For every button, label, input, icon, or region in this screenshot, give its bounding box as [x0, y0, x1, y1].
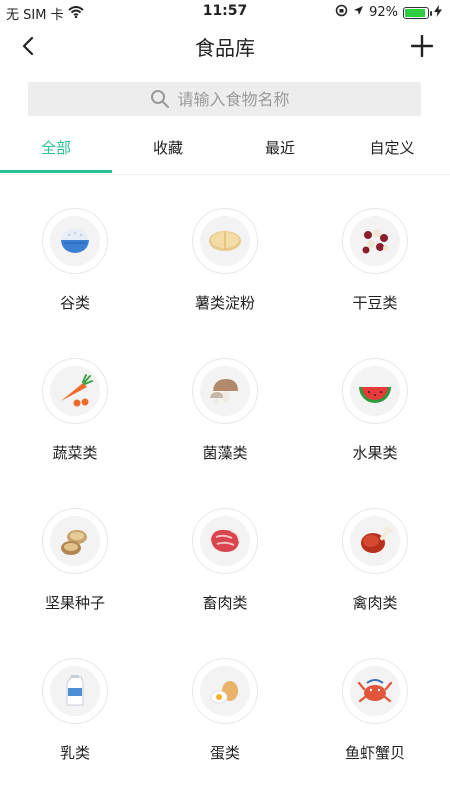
category-label: 薯类淀粉 — [194, 294, 255, 312]
tab-recent[interactable]: 最近 — [224, 130, 336, 174]
category-icon-frame — [192, 358, 258, 424]
category-icon-frame — [42, 208, 108, 274]
category-icon-frame — [342, 658, 408, 724]
category-label: 菌藻类 — [202, 444, 248, 462]
battery-percent: 92% — [369, 5, 398, 20]
search-icon — [150, 90, 169, 108]
rotation-lock-icon — [335, 4, 348, 21]
category-icon-frame — [42, 508, 108, 574]
nuts-icon — [61, 530, 87, 555]
eggs-icon — [210, 681, 238, 704]
category-fruits[interactable]: 水果类 — [300, 325, 450, 475]
rice-bowl-icon — [61, 229, 89, 253]
potato-slices-icon — [209, 231, 241, 251]
category-icon-frame — [42, 358, 108, 424]
seafood-icon — [357, 679, 393, 703]
page-title: 食品库 — [195, 36, 255, 60]
category-dried-beans[interactable]: 干豆类 — [300, 175, 450, 325]
dried-beans-icon — [362, 229, 389, 254]
status-right: 92% — [335, 4, 442, 21]
category-icon-frame — [342, 208, 408, 274]
plus-icon — [411, 35, 433, 57]
category-seafood[interactable]: 鱼虾蟹贝 — [300, 625, 450, 775]
category-dairy[interactable]: 乳类 — [0, 625, 150, 775]
tab-indicator — [0, 170, 112, 173]
charging-bolt-icon — [434, 4, 442, 21]
milk-carton-icon — [66, 675, 84, 706]
category-label: 坚果种子 — [44, 594, 105, 612]
tab-favorites[interactable]: 收藏 — [112, 130, 224, 174]
category-label: 禽肉类 — [352, 594, 398, 612]
tab-bar: 全部 收藏 最近 自定义 — [0, 130, 450, 175]
search-bar[interactable] — [28, 82, 421, 116]
category-livestock-meat[interactable]: 畜肉类 — [150, 475, 300, 625]
category-icon-frame — [342, 358, 408, 424]
nav-bar: 食品库 — [0, 24, 450, 68]
category-label: 干豆类 — [352, 294, 398, 312]
red-meat-icon — [211, 529, 240, 552]
category-icon-frame — [192, 208, 258, 274]
carrot-icon — [61, 374, 93, 407]
category-eggs[interactable]: 蛋类 — [150, 625, 300, 775]
drumstick-icon — [361, 526, 393, 553]
category-label: 鱼虾蟹贝 — [344, 744, 405, 762]
category-icon-frame — [42, 658, 108, 724]
category-cereals[interactable]: 谷类 — [0, 175, 150, 325]
tab-all[interactable]: 全部 — [0, 130, 112, 174]
category-label: 谷类 — [59, 294, 90, 312]
category-label: 蛋类 — [209, 744, 240, 762]
watermelon-icon — [359, 387, 391, 403]
category-nuts-seeds[interactable]: 坚果种子 — [0, 475, 150, 625]
battery-fill — [405, 8, 426, 17]
category-fungi-algae[interactable]: 菌藻类 — [150, 325, 300, 475]
status-bar: 无 SIM 卡 11:57 92% — [0, 0, 450, 24]
tab-custom[interactable]: 自定义 — [336, 130, 448, 174]
category-label: 畜肉类 — [202, 594, 248, 612]
category-icon-frame — [192, 658, 258, 724]
search-input[interactable] — [175, 88, 300, 110]
category-label: 水果类 — [352, 444, 398, 462]
category-icon-frame — [342, 508, 408, 574]
category-icon-frame — [192, 508, 258, 574]
battery-icon — [403, 6, 432, 19]
location-arrow-icon — [353, 5, 364, 20]
mushroom-icon — [210, 379, 238, 404]
category-poultry[interactable]: 禽肉类 — [300, 475, 450, 625]
category-vegetables[interactable]: 蔬菜类 — [0, 325, 150, 475]
add-button[interactable] — [408, 32, 436, 60]
category-label: 乳类 — [59, 744, 90, 762]
category-label: 蔬菜类 — [52, 444, 98, 462]
category-tubers-starch[interactable]: 薯类淀粉 — [150, 175, 300, 325]
